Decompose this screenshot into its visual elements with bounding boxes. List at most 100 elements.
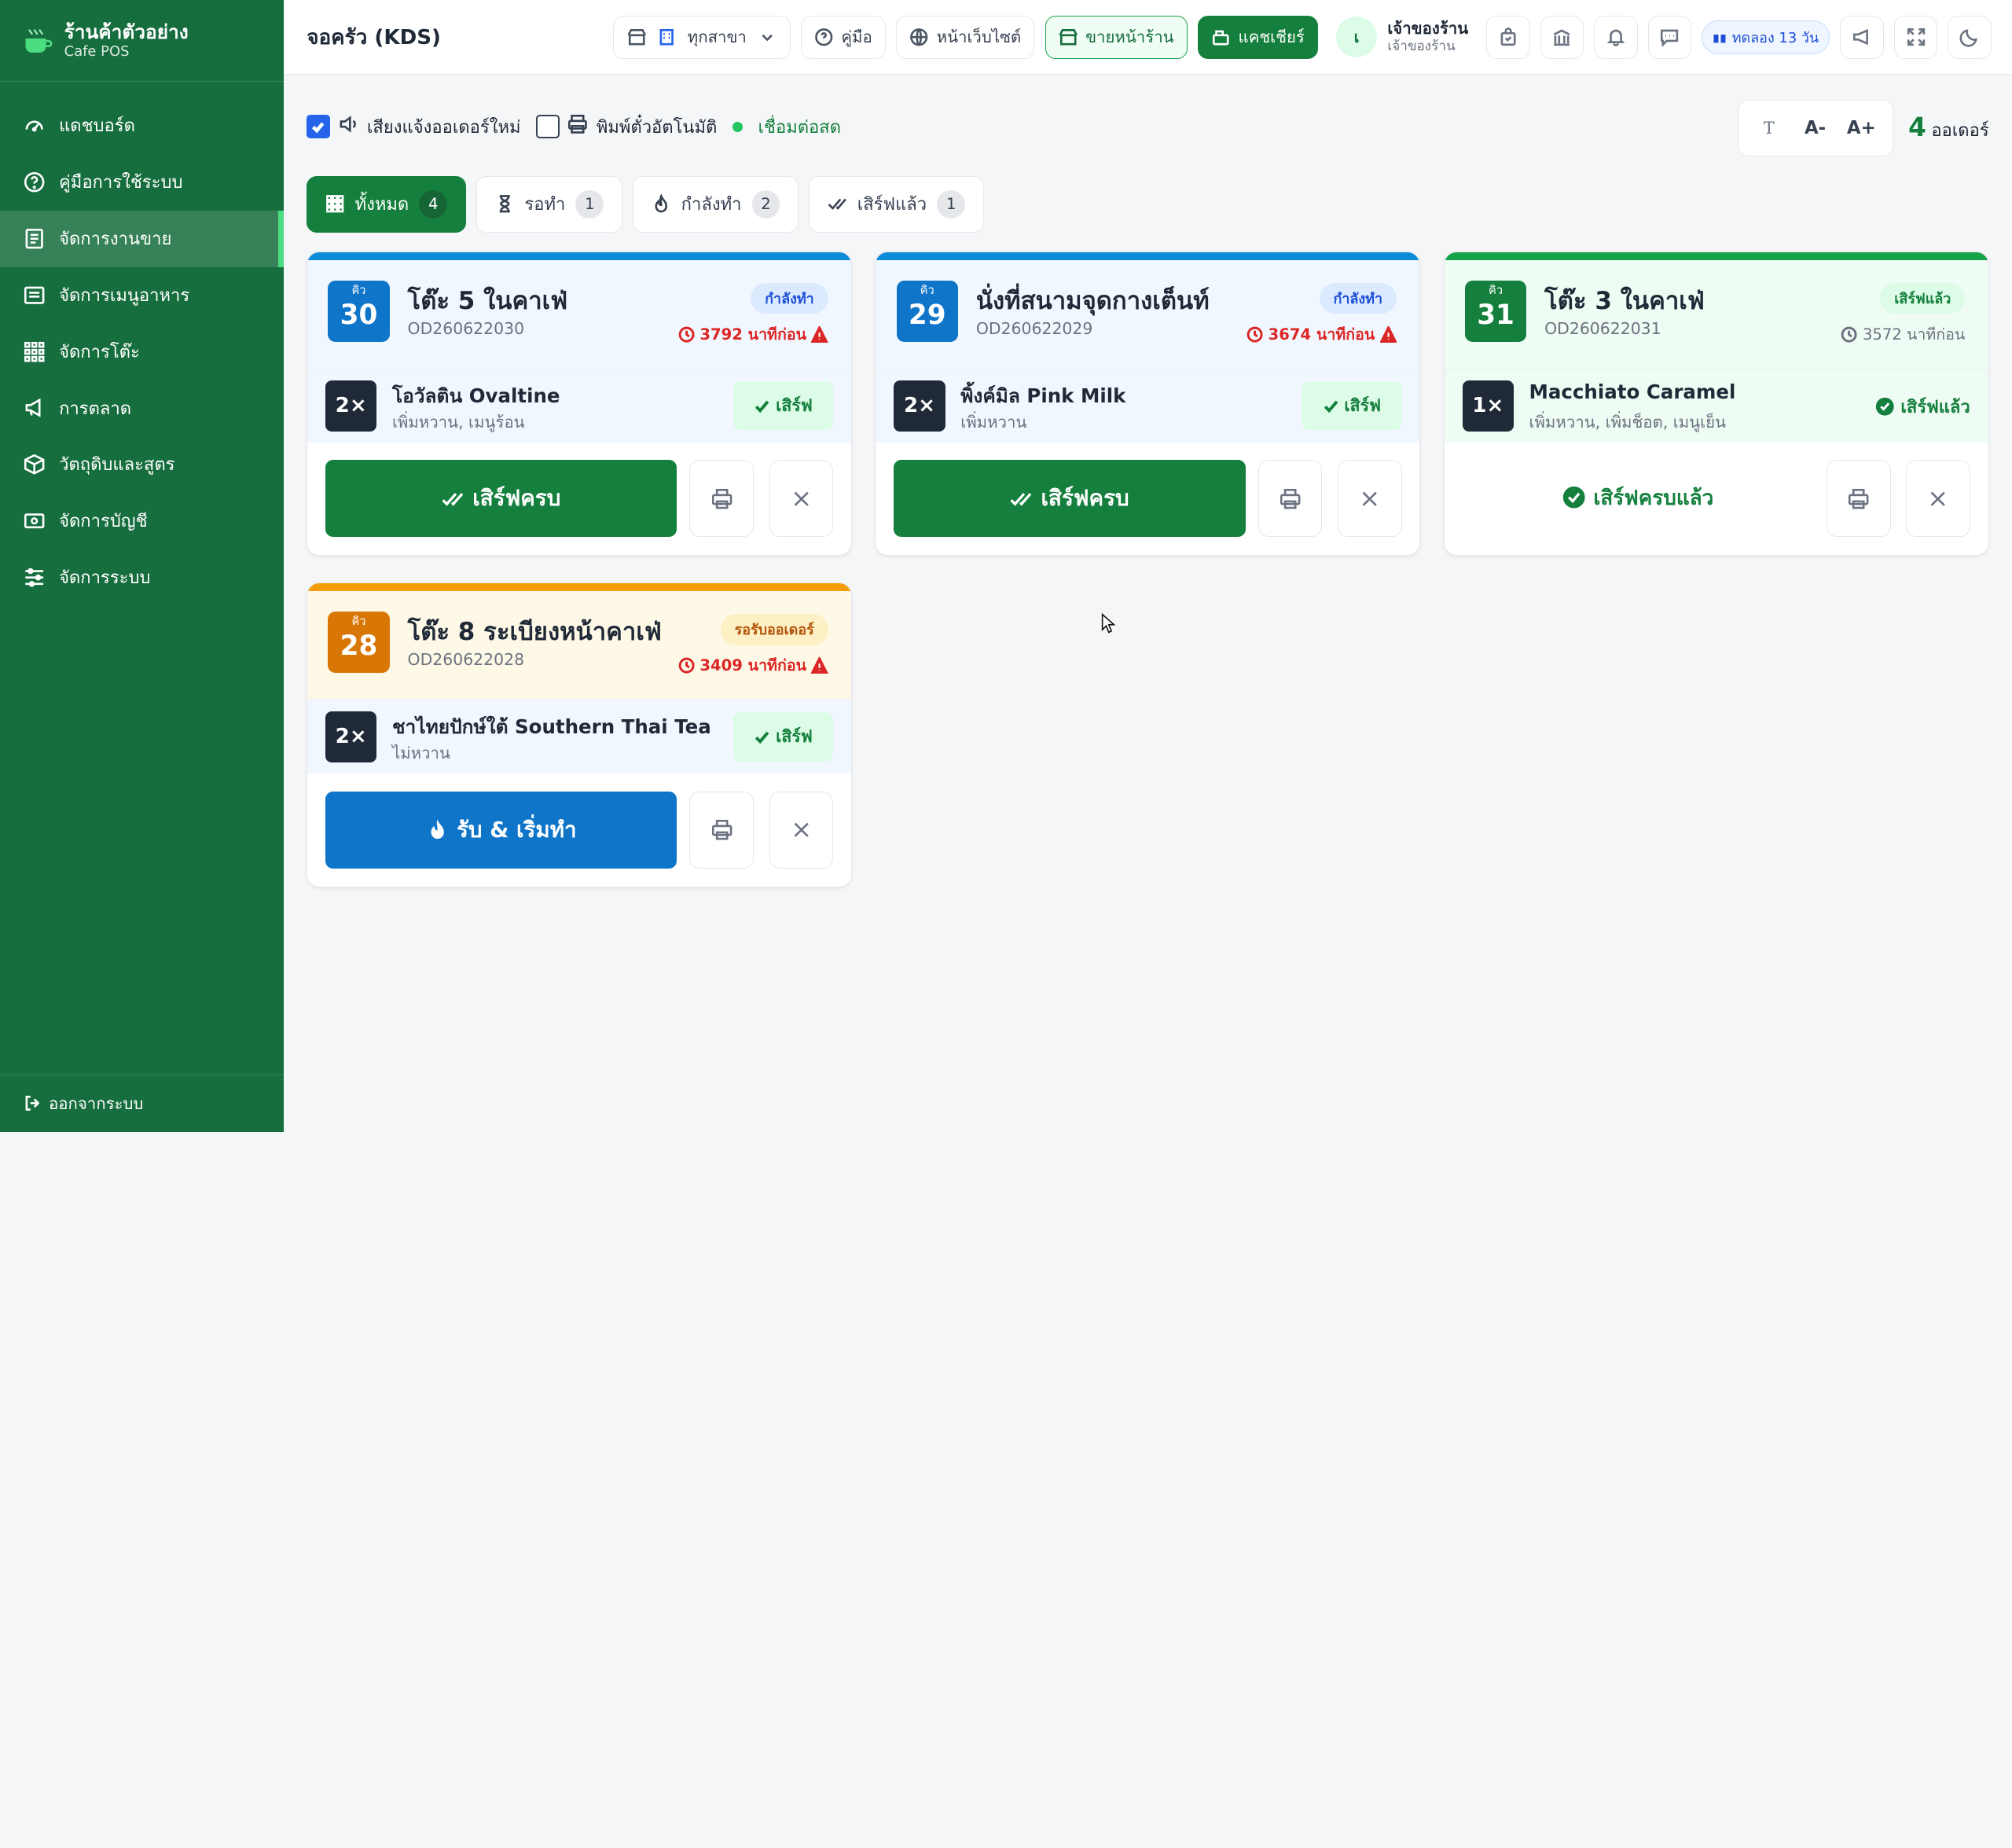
queue-badge: คิว 29 bbox=[896, 280, 958, 343]
status-badge: กำลังทำ bbox=[1319, 283, 1397, 314]
cashier-button[interactable]: แคชเชียร์ bbox=[1197, 15, 1319, 60]
cancel-order-button[interactable] bbox=[1906, 460, 1970, 538]
check-circle-icon bbox=[1875, 398, 1894, 416]
sidebar-item-tables[interactable]: จัดการโต๊ะ bbox=[0, 323, 284, 380]
order-count-label: ออเดอร์ bbox=[1931, 121, 1989, 141]
accept-start-label: รับ & เริ่มทำ bbox=[456, 816, 577, 843]
order-code: OD260622028 bbox=[407, 650, 525, 670]
serve-item-label: เสิร์ฟ bbox=[776, 726, 813, 747]
warning-icon bbox=[1379, 325, 1397, 343]
font-increase-button[interactable]: A+ bbox=[1838, 108, 1885, 149]
tab-label: ทั้งหมด bbox=[354, 195, 409, 215]
tab-served[interactable]: เสิร์ฟแล้ว 1 bbox=[809, 175, 984, 233]
user-menu[interactable]: เ เจ้าของร้าน เจ้าของร้าน bbox=[1328, 17, 1476, 58]
speaker-icon bbox=[337, 113, 359, 140]
status-badge: กำลังทำ bbox=[751, 283, 828, 314]
sidebar-item-manual[interactable]: คู่มือการใช้ระบบ bbox=[0, 154, 284, 211]
trial-label: ทดลอง 13 วัน bbox=[1731, 29, 1819, 46]
elapsed-text: 3572 นาทีก่อน bbox=[1862, 325, 1966, 344]
serve-item-button[interactable]: เสิร์ฟ bbox=[732, 712, 834, 762]
announcements-button[interactable] bbox=[1840, 15, 1884, 60]
serve-all-button[interactable]: เสิร์ฟครบ bbox=[325, 460, 677, 538]
sidebar-item-sales[interactable]: จัดการงานขาย bbox=[0, 210, 284, 267]
item-quantity: 2× bbox=[325, 380, 377, 432]
cashier-label: แคชเชียร์ bbox=[1238, 28, 1305, 47]
order-code: OD260622031 bbox=[1544, 318, 1661, 338]
chevron-down-icon bbox=[762, 34, 773, 42]
print-ticket-button[interactable] bbox=[689, 791, 754, 869]
serve-item-button[interactable]: เสิร์ฟ bbox=[732, 381, 834, 431]
user-role: เจ้าของร้าน bbox=[1387, 38, 1456, 54]
manual-label: คู่มือ bbox=[841, 28, 872, 47]
help-circle-icon bbox=[815, 28, 833, 46]
accept-start-button[interactable]: รับ & เริ่มทำ bbox=[325, 791, 677, 869]
autoprint-checkbox[interactable] bbox=[536, 115, 560, 138]
brand[interactable]: ร้านค้าตัวอย่าง Cafe POS bbox=[0, 0, 284, 83]
avatar: เ bbox=[1336, 17, 1378, 58]
serve-item-button[interactable]: เสิร์ฟ bbox=[1302, 381, 1402, 431]
item-options: ไม่หวาน bbox=[391, 744, 450, 763]
megaphone-icon bbox=[23, 396, 46, 419]
sidebar-item-system[interactable]: จัดการระบบ bbox=[0, 549, 284, 606]
sound-alert-label: เสียงแจ้งออเดอร์ใหม่ bbox=[366, 117, 521, 138]
queue-number: 31 bbox=[1477, 299, 1515, 331]
queue-label: คิว bbox=[1489, 284, 1503, 298]
notifications-button[interactable] bbox=[1594, 15, 1638, 60]
order-card: คิว 29 นั่งที่สนามจุดกางเต็นท์ OD2606220… bbox=[875, 252, 1421, 557]
sidebar-item-accounts[interactable]: จัดการบัญชี bbox=[0, 493, 284, 549]
logout-button[interactable]: ออกจากระบบ bbox=[0, 1074, 284, 1132]
warning-icon bbox=[811, 656, 828, 674]
sidebar-item-label: การตลาด bbox=[59, 399, 132, 419]
order-count: 4 ออเดอร์ bbox=[1908, 112, 1989, 144]
double-check-icon bbox=[1010, 492, 1032, 506]
queue-label: คิว bbox=[351, 615, 366, 629]
globe-icon bbox=[910, 28, 928, 46]
item-options: เพิ่มหวาน, เมนูร้อน bbox=[391, 413, 525, 432]
clock-icon bbox=[1246, 326, 1263, 343]
sidebar-item-menu[interactable]: จัดการเมนูอาหาร bbox=[0, 267, 284, 324]
serve-all-button[interactable]: เสิร์ฟครบ bbox=[894, 460, 1246, 538]
tab-pending[interactable]: รอทำ 1 bbox=[476, 175, 623, 233]
mouse-cursor-icon bbox=[1101, 613, 1116, 634]
print-ticket-button[interactable] bbox=[1826, 460, 1891, 538]
receipt-icon bbox=[23, 227, 46, 250]
print-ticket-button[interactable] bbox=[1258, 460, 1323, 538]
fullscreen-button[interactable] bbox=[1893, 15, 1938, 60]
manual-button[interactable]: คู่มือ bbox=[800, 15, 886, 60]
tab-all[interactable]: ทั้งหมด 4 bbox=[307, 175, 466, 233]
branch-select[interactable]: ทุกสาขา bbox=[613, 15, 791, 60]
cancel-order-button[interactable] bbox=[1337, 460, 1402, 538]
dashboard-icon bbox=[23, 114, 46, 137]
dark-mode-button[interactable] bbox=[1948, 15, 1992, 60]
sidebar-item-label: จัดการระบบ bbox=[59, 568, 151, 589]
website-button[interactable]: หน้าเว็บไซต์ bbox=[896, 15, 1035, 60]
sound-alert-checkbox[interactable] bbox=[307, 115, 330, 138]
sidebar-item-ingredients[interactable]: วัตถุดิบและสูตร bbox=[0, 436, 284, 493]
queue-number: 29 bbox=[908, 299, 946, 331]
serve-item-label: เสิร์ฟ bbox=[776, 395, 813, 416]
tab-cooking[interactable]: กำลังทำ 2 bbox=[633, 175, 799, 233]
orders-bag-button[interactable] bbox=[1486, 15, 1530, 60]
font-decrease-button[interactable]: A- bbox=[1792, 108, 1838, 149]
print-ticket-button[interactable] bbox=[689, 460, 754, 538]
chat-icon bbox=[1661, 29, 1679, 48]
topbar: จอครัว (KDS) ทุกสาขา คู่มือ หน้าเว็บไซต์ bbox=[283, 0, 2012, 75]
storefront-button[interactable]: ขายหน้าร้าน bbox=[1045, 15, 1188, 60]
messages-button[interactable] bbox=[1647, 15, 1692, 60]
sidebar-item-label: วัตถุดิบและสูตร bbox=[59, 455, 175, 476]
item-options: เพิ่มหวาน bbox=[960, 413, 1027, 432]
bank-button[interactable] bbox=[1540, 15, 1584, 60]
tab-label: รอทำ bbox=[524, 195, 566, 215]
order-card: คิว 30 โต๊ะ 5 ในคาเฟ่ OD260622030 กำลังท… bbox=[307, 252, 853, 557]
sidebar-item-dashboard[interactable]: แดชบอร์ด bbox=[0, 97, 284, 154]
cancel-order-button[interactable] bbox=[769, 791, 834, 869]
storefront-label: ขายหน้าร้าน bbox=[1085, 28, 1174, 47]
sidebar-item-marketing[interactable]: การตลาด bbox=[0, 380, 284, 436]
cancel-order-button[interactable] bbox=[769, 460, 834, 538]
order-card: คิว 31 โต๊ะ 3 ในคาเฟ่ OD260622031 เสิร์ฟ… bbox=[1443, 252, 1989, 557]
sidebar: ร้านค้าตัวอย่าง Cafe POS แดชบอร์ด คู่มือ… bbox=[0, 0, 284, 1133]
live-indicator-dot bbox=[732, 121, 743, 132]
font-reset-button[interactable]: T bbox=[1746, 108, 1792, 149]
order-item: 2× โอวัลติน Ovaltine เพิ่มหวาน, เมนูร้อน… bbox=[307, 367, 852, 443]
trial-badge[interactable]: ทดลอง 13 วัน bbox=[1702, 20, 1830, 54]
